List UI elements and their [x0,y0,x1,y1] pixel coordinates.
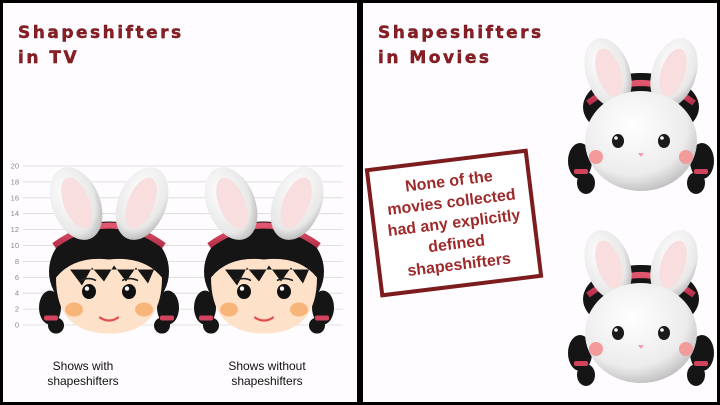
y-tick-label: 18 [11,177,19,186]
y-tick-label: 8 [15,257,19,266]
y-tick-label: 6 [15,273,19,282]
pictogram-bar [39,167,179,334]
category-label-with-line-2: shapeshifters [47,374,119,388]
no-movies-notice: None of the movies collected had any exp… [364,148,544,298]
y-tick-label: 14 [11,209,19,218]
y-tick-label: 10 [11,241,19,250]
tv-chart: 0 2 4 6 8 10 12 14 16 18 20 [11,162,343,334]
y-tick-label: 16 [11,193,19,202]
faceless-bunny-girl-icon [568,38,714,194]
category-label-without-line-2: shapeshifters [231,374,303,388]
category-label-with: Shows with shapeshifters [13,359,153,389]
faceless-bunny-girl-icon [568,230,714,386]
tv-panel: Shapeshifters in TV 0 2 4 6 8 10 12 14 16 18 20 [3,3,357,402]
y-tick-label: 20 [11,162,19,171]
notice-text: None of the movies collected had any exp… [386,167,522,280]
category-label-without: Shows without shapeshifters [197,359,337,389]
category-label-with-line-1: Shows with [52,359,114,373]
movies-title-line-1: Shapeshifters [378,23,544,43]
y-tick-label: 0 [15,321,19,330]
y-axis: 0 2 4 6 8 10 12 14 16 18 20 [11,162,19,330]
y-tick-label: 4 [15,289,19,298]
pictogram-bar [194,167,334,334]
category-label-without-line-1: Shows without [228,359,306,373]
chart-bars [39,167,334,334]
movies-panel-title: Shapeshifters in Movies [378,21,544,71]
movies-title-line-2: in Movies [378,48,492,68]
y-tick-label: 12 [11,225,19,234]
y-tick-label: 2 [15,305,19,314]
